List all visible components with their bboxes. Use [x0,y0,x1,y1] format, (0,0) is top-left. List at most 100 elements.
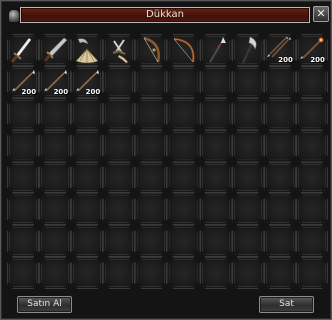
inventory-slot[interactable] [103,34,135,66]
inventory-slot[interactable] [264,130,296,162]
inventory-slot[interactable] [71,225,103,257]
inventory-slot[interactable] [167,66,199,98]
inventory-slot[interactable]: 200 [7,66,39,98]
longbow-icon[interactable] [168,35,198,65]
arrow-bundle-icon[interactable] [265,35,295,65]
close-button[interactable]: ✕ [313,6,329,22]
inventory-slot[interactable] [167,130,199,162]
inventory-slot[interactable] [39,98,71,130]
glaive-icon[interactable] [233,35,263,65]
inventory-slot[interactable] [167,225,199,257]
arrow-icon[interactable] [8,67,38,97]
inventory-slot[interactable] [232,193,264,225]
broadsword-icon[interactable] [40,35,70,65]
inventory-slot[interactable] [232,162,264,194]
inventory-slot[interactable] [296,98,328,130]
inventory-slot[interactable] [167,162,199,194]
inventory-slot[interactable] [296,66,328,98]
window-pin-icon [8,9,20,23]
inventory-slot[interactable] [167,98,199,130]
inventory-slot[interactable] [103,130,135,162]
bow-icon[interactable] [136,35,166,65]
inventory-slot[interactable] [39,162,71,194]
inventory-slot[interactable] [232,257,264,289]
inventory-slot[interactable] [264,225,296,257]
inventory-slot[interactable]: 200 [264,34,296,66]
inventory-slot[interactable] [200,193,232,225]
inventory-slot[interactable] [71,130,103,162]
inventory-slot[interactable] [103,193,135,225]
item-quantity: 200 [85,87,101,96]
sword-icon[interactable] [8,35,38,65]
arrow-icon[interactable] [72,67,102,97]
inventory-slot[interactable]: 200 [39,66,71,98]
inventory-slot[interactable] [7,130,39,162]
inventory-slot[interactable] [135,193,167,225]
inventory-slot[interactable]: 200 [71,66,103,98]
inventory-slot[interactable] [200,162,232,194]
inventory-slot[interactable] [200,66,232,98]
inventory-slot[interactable] [39,193,71,225]
inventory-slot[interactable] [232,130,264,162]
title-bar[interactable]: Dükkan ✕ [5,5,329,25]
inventory-slot[interactable] [135,34,167,66]
inventory-slot[interactable] [200,34,232,66]
fire-arrow-bundle-icon[interactable] [297,35,327,65]
twin-daggers-icon[interactable] [104,35,134,65]
inventory-slot[interactable] [39,225,71,257]
inventory-slot[interactable] [135,257,167,289]
inventory-slot[interactable] [232,66,264,98]
inventory-slot[interactable] [296,193,328,225]
inventory-slot[interactable] [7,257,39,289]
inventory-slot[interactable] [71,98,103,130]
inventory-slot[interactable] [7,193,39,225]
crescent-blade-and-fan-icon[interactable] [72,35,102,65]
inventory-slot[interactable] [264,66,296,98]
sell-button[interactable]: Sat [259,296,314,313]
inventory-slot[interactable] [39,34,71,66]
item-quantity: 200 [310,55,325,64]
inventory-slot[interactable] [264,257,296,289]
inventory-slot[interactable] [167,193,199,225]
inventory-slot[interactable] [296,162,328,194]
inventory-slot[interactable] [103,257,135,289]
inventory-slot[interactable] [135,162,167,194]
inventory-slot[interactable] [232,225,264,257]
inventory-slot[interactable] [71,162,103,194]
inventory-slot[interactable] [71,193,103,225]
inventory-slot[interactable] [7,162,39,194]
inventory-slot[interactable] [39,130,71,162]
inventory-slot[interactable] [103,98,135,130]
arrow-icon[interactable] [40,67,70,97]
inventory-slot[interactable] [103,225,135,257]
inventory-slot[interactable] [296,130,328,162]
buy-button[interactable]: Satın Al [17,296,72,313]
inventory-slot[interactable] [7,225,39,257]
inventory-slot[interactable] [167,34,199,66]
inventory-slot[interactable] [232,98,264,130]
inventory-slot[interactable] [200,225,232,257]
inventory-slot[interactable] [264,98,296,130]
inventory-slot[interactable] [264,193,296,225]
inventory-slot[interactable] [135,130,167,162]
inventory-slot[interactable] [232,34,264,66]
spear-icon[interactable] [201,35,231,65]
inventory-slot[interactable] [135,98,167,130]
inventory-slot[interactable] [200,98,232,130]
inventory-slot[interactable] [167,257,199,289]
inventory-slot[interactable] [71,257,103,289]
inventory-slot[interactable]: 200 [296,34,328,66]
inventory-slot[interactable] [71,34,103,66]
inventory-slot[interactable] [135,66,167,98]
inventory-slot[interactable] [200,130,232,162]
inventory-slot[interactable] [7,98,39,130]
inventory-slot[interactable] [296,225,328,257]
inventory-slot[interactable] [103,66,135,98]
inventory-slot[interactable] [200,257,232,289]
inventory-slot[interactable] [7,34,39,66]
inventory-slot[interactable] [296,257,328,289]
inventory-slot[interactable] [264,162,296,194]
inventory-slot[interactable] [135,225,167,257]
inventory-slot[interactable] [103,162,135,194]
inventory-slot[interactable] [39,257,71,289]
